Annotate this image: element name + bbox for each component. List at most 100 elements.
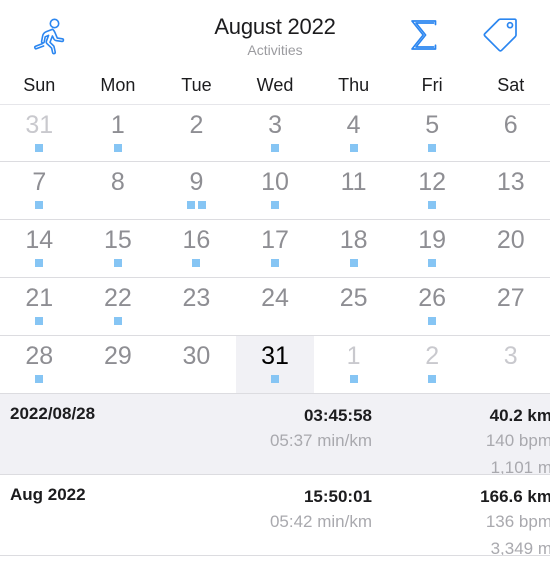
- activity-dot: [271, 259, 280, 267]
- calendar-day-number: 4: [346, 111, 361, 139]
- activity-dots: [113, 259, 122, 267]
- calendar-day-cell[interactable]: 18: [314, 220, 393, 277]
- calendar-day-number: 25: [339, 284, 368, 312]
- summary-metrics-column: 166.6 km 136 bpm 3,349 m: [382, 485, 550, 556]
- activity-dot: [349, 375, 358, 383]
- calendar-day-number: 26: [418, 284, 447, 312]
- calendar-day-number: 20: [496, 226, 525, 254]
- calendar-day-cell[interactable]: 27: [471, 278, 550, 335]
- calendar-day-cell[interactable]: 2: [157, 105, 236, 161]
- calendar-day-number: 9: [189, 168, 204, 196]
- calendar-day-number: 29: [103, 342, 132, 370]
- calendar-day-cell[interactable]: 16: [157, 220, 236, 277]
- running-icon[interactable]: [26, 11, 74, 59]
- calendar-day-cell[interactable]: 22: [79, 278, 158, 335]
- activity-dot: [349, 259, 358, 267]
- calendar-day-cell[interactable]: 11: [314, 162, 393, 219]
- sigma-icon[interactable]: [400, 11, 448, 59]
- summary-distance: 166.6 km: [480, 487, 550, 506]
- calendar-day-cell[interactable]: 3: [471, 336, 550, 393]
- activity-dot: [197, 201, 206, 209]
- calendar-day-cell[interactable]: 28: [0, 336, 79, 393]
- activity-dots: [271, 144, 280, 152]
- calendar-day-number: 7: [32, 168, 47, 196]
- calendar-day-cell[interactable]: 26: [393, 278, 472, 335]
- calendar-day-cell[interactable]: 12: [393, 162, 472, 219]
- calendar-day-cell[interactable]: 7: [0, 162, 79, 219]
- calendar-day-number: 23: [182, 284, 211, 312]
- calendar-day-cell[interactable]: 10: [236, 162, 315, 219]
- calendar-day-cell[interactable]: 13: [471, 162, 550, 219]
- activity-dot: [271, 375, 280, 383]
- calendar-day-cell[interactable]: 29: [79, 336, 158, 393]
- activity-dots: [428, 259, 437, 267]
- activity-dot: [192, 259, 201, 267]
- weekday-label-sat: Sat: [497, 75, 525, 95]
- calendar-week-row: 28 29 30 31 1 2 3: [0, 336, 550, 394]
- summary-row[interactable]: 2022/08/28 03:45:58 05:37 min/km 40.2 km 140…: [0, 394, 550, 475]
- calendar-day-cell[interactable]: 25: [314, 278, 393, 335]
- calendar-day-cell[interactable]: 4: [314, 105, 393, 161]
- calendar-day-number: 5: [425, 111, 440, 139]
- calendar-day-cell[interactable]: 15: [79, 220, 158, 277]
- calendar-day-cell[interactable]: 31: [0, 105, 79, 161]
- activity-dots: [271, 259, 280, 267]
- activity-dots: [113, 144, 122, 152]
- weekday-label-sun: Sun: [23, 75, 56, 95]
- header-title-block: August 2022 Activities: [0, 14, 550, 60]
- summary-heart-rate: 136 bpm: [485, 512, 550, 531]
- activity-dots: [349, 375, 358, 383]
- calendar-day-cell[interactable]: 17: [236, 220, 315, 277]
- page-subtitle: Activities: [247, 42, 303, 58]
- activity-dots: [428, 375, 437, 383]
- activity-dot: [35, 144, 44, 152]
- tag-icon[interactable]: [476, 11, 524, 59]
- calendar-day-cell[interactable]: 6: [471, 105, 550, 161]
- calendar-day-number: 31: [25, 111, 54, 139]
- activity-dots: [428, 201, 437, 209]
- calendar-day-number: 24: [261, 284, 289, 312]
- calendar-day-number: 30: [182, 342, 211, 370]
- calendar-day-cell[interactable]: 23: [157, 278, 236, 335]
- calendar-day-number: 3: [268, 111, 282, 139]
- calendar-day-cell[interactable]: 14: [0, 220, 79, 277]
- calendar-day-number: 1: [110, 111, 125, 139]
- activity-dot: [35, 317, 44, 325]
- activity-dots: [428, 144, 437, 152]
- summary-row[interactable]: Aug 2022 15:50:01 05:42 min/km 166.6 km 136 …: [0, 475, 550, 556]
- calendar-day-cell[interactable]: 24: [236, 278, 315, 335]
- calendar-day-cell[interactable]: 21: [0, 278, 79, 335]
- calendar-day-number: 3: [503, 342, 518, 370]
- summary-pace: 05:42 min/km: [269, 512, 372, 531]
- calendar-day-cell[interactable]: 9: [157, 162, 236, 219]
- calendar-day-cell[interactable]: 31: [235, 336, 315, 393]
- activity-dots: [271, 201, 280, 209]
- activity-dot: [428, 201, 437, 209]
- activity-dots: [271, 375, 280, 383]
- activity-dots: [35, 375, 44, 383]
- calendar-day-number: 22: [103, 284, 132, 312]
- calendar-day-cell[interactable]: 30: [157, 336, 236, 393]
- calendar-day-number: 27: [496, 284, 525, 312]
- calendar-week-row: 31 1 2 3 4 5 6: [0, 104, 550, 162]
- activity-dot: [428, 317, 437, 325]
- calendar-day-cell[interactable]: 3: [236, 105, 315, 161]
- calendar-day-number: 19: [418, 226, 447, 254]
- calendar-day-cell[interactable]: 1: [314, 336, 393, 393]
- calendar-day-cell[interactable]: 1: [79, 105, 158, 161]
- calendar-day-number: 14: [25, 226, 54, 254]
- summary-elevation: 3,349 m: [490, 539, 550, 556]
- calendar-day-cell[interactable]: 8: [79, 162, 158, 219]
- calendar-day-number: 2: [189, 111, 204, 139]
- calendar-day-cell[interactable]: 19: [393, 220, 472, 277]
- calendar-day-number: 13: [496, 168, 525, 196]
- calendar-day-number: 1: [346, 342, 361, 370]
- weekday-label-fri: Fri: [421, 75, 443, 95]
- calendar-day-cell[interactable]: 2: [393, 336, 472, 393]
- activity-dot: [35, 259, 44, 267]
- calendar-day-number: 31: [261, 342, 289, 370]
- calendar-day-cell[interactable]: 20: [471, 220, 550, 277]
- activity-dot: [113, 144, 122, 152]
- activity-dot: [35, 375, 44, 383]
- calendar-day-cell[interactable]: 5: [393, 105, 472, 161]
